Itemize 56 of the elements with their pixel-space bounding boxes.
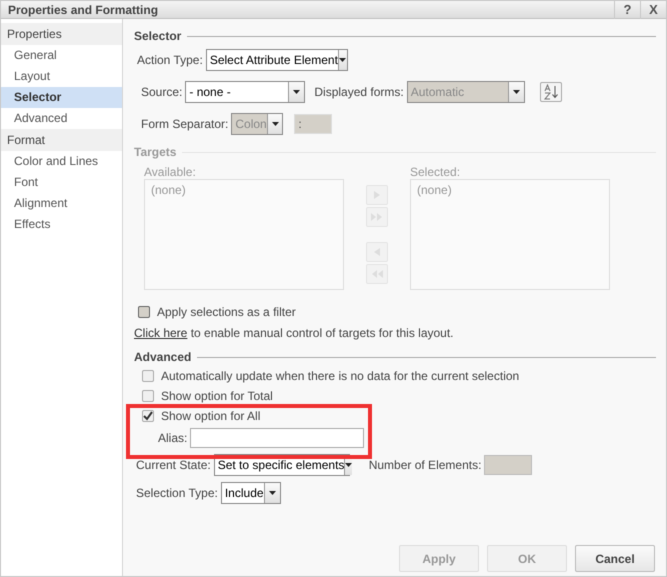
help-text: Click here to enable manual control of targets for this layout. (134, 326, 455, 340)
dropdown-value: - none - (188, 85, 232, 99)
checkbox-label: Show option for Total (161, 389, 273, 403)
number-of-elements-field[interactable] (484, 455, 532, 475)
dropdown-value: Set to specific elements (216, 458, 344, 472)
remove-all-button[interactable] (366, 264, 388, 284)
checkbox[interactable] (138, 306, 150, 318)
checkbox-label: Automatically update when there is no data for the current selection (161, 369, 520, 383)
add-all-button[interactable] (366, 207, 388, 227)
cancel-button[interactable]: Cancel (575, 545, 655, 572)
checkbox-label: Show option for All (161, 409, 260, 423)
field-label: Current State: (136, 458, 211, 472)
field-label: Number of Elements: (368, 458, 482, 472)
remove-button[interactable] (366, 242, 388, 262)
field-label: Source: (141, 85, 182, 99)
field-label: Action Type: (137, 53, 203, 67)
window-title: Properties and Formatting (7, 2, 160, 16)
sort-icon (542, 84, 559, 100)
caret-icon (339, 58, 346, 62)
section-title: Targets (134, 145, 176, 159)
field-label: Alias: (158, 431, 188, 445)
list-item: (none) (417, 183, 452, 197)
list-label: Selected: (410, 165, 462, 179)
checkbox[interactable] (142, 410, 154, 422)
caret-icon (293, 90, 300, 94)
caret-icon (272, 122, 279, 126)
caret-icon (345, 463, 352, 467)
dropdown-value: Include (224, 486, 264, 500)
caret-icon (268, 491, 276, 495)
list-label: Available: (144, 165, 197, 179)
help-button[interactable]: ? (614, 0, 640, 18)
selection-type-dropdown[interactable]: Include (220, 482, 281, 504)
section-title: Selector (134, 29, 182, 43)
sidebar-item[interactable]: Selector (1, 87, 122, 108)
checkbox-label: Apply selections as a filter (157, 305, 296, 319)
close-button[interactable]: X (640, 0, 666, 18)
dropdown-value: Colon (234, 117, 267, 131)
field-label: Displayed forms: (314, 85, 404, 99)
add-button[interactable] (366, 185, 388, 205)
list-item: (none) (151, 183, 186, 197)
caret-icon (512, 90, 520, 94)
field-label: Form Separator: (141, 117, 228, 131)
alias-field[interactable] (190, 428, 364, 448)
dropdown-value: Select Attribute Element (208, 53, 338, 67)
field-label: Selection Type: (136, 486, 218, 500)
sidebar-group-header: Format (1, 129, 122, 151)
section-title: Advanced (134, 350, 192, 364)
dropdown-value: Automatic (410, 85, 466, 99)
checkbox[interactable] (142, 390, 154, 402)
source-dropdown[interactable]: - none - (185, 81, 306, 103)
checkbox[interactable] (142, 370, 154, 382)
sort-button[interactable] (540, 82, 562, 102)
action-type-dropdown[interactable]: Select Attribute Element (206, 49, 348, 71)
sidebar-group-header: Properties (1, 23, 122, 45)
click-here-link[interactable]: Click here (134, 326, 188, 340)
separator-field[interactable]: : (294, 114, 332, 134)
